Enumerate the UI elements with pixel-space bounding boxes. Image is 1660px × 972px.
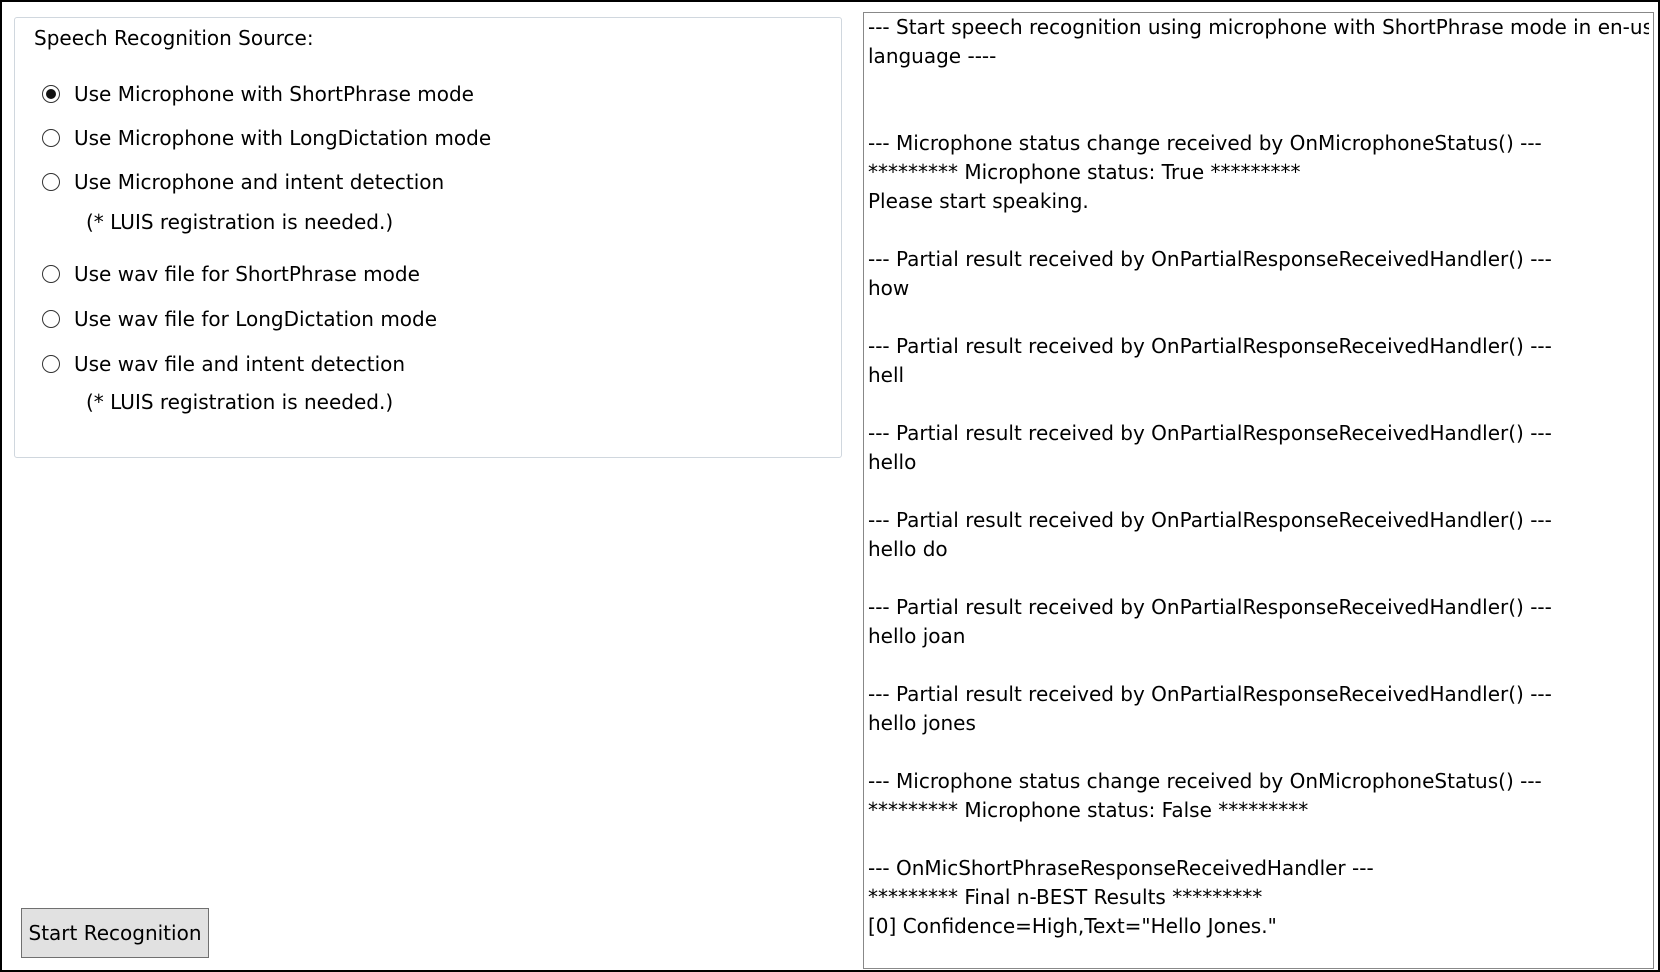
luis-note: (* LUIS registration is needed.) <box>86 210 394 234</box>
log-line: hello joan <box>868 624 966 648</box>
log-line: --- Partial result received by OnPartial… <box>868 334 1552 358</box>
radio-button[interactable] <box>42 310 60 328</box>
option-label: Use wav file for LongDictation mode <box>74 307 438 331</box>
option-mic-shortphrase[interactable]: Use Microphone with ShortPhrase mode <box>42 82 474 106</box>
option-label: Use Microphone and intent detection <box>74 170 445 194</box>
log-line: --- OnMicShortPhraseResponseReceivedHand… <box>868 856 1374 880</box>
log-line: hello do <box>868 537 948 561</box>
log-line: ********* Final n-BEST Results ********* <box>868 885 1263 909</box>
log-line: --- Partial result received by OnPartial… <box>868 595 1552 619</box>
log-line: --- Partial result received by OnPartial… <box>868 421 1552 445</box>
log-line: --- Microphone status change received by… <box>868 131 1542 155</box>
option-wav-intent[interactable]: Use wav file and intent detection <box>42 352 405 376</box>
start-recognition-button[interactable]: Start Recognition <box>21 908 209 958</box>
radio-button[interactable] <box>42 355 60 373</box>
option-label: Use wav file and intent detection <box>74 352 406 376</box>
log-line: how <box>868 276 910 300</box>
log-line: ********* Microphone status: True ******… <box>868 160 1301 184</box>
radio-button[interactable] <box>42 265 60 283</box>
option-mic-longdictation[interactable]: Use Microphone with LongDictation mode <box>42 126 491 150</box>
option-wav-longdictation[interactable]: Use wav file for LongDictation mode <box>42 307 437 331</box>
log-line: --- Start speech recognition using micro… <box>868 15 1649 39</box>
luis-note: (* LUIS registration is needed.) <box>86 390 394 414</box>
output-log-textbox[interactable]: --- Start speech recognition using micro… <box>863 12 1654 969</box>
log-line: --- Partial result received by OnPartial… <box>868 247 1552 271</box>
radio-button[interactable] <box>42 129 60 147</box>
option-wav-shortphrase[interactable]: Use wav file for ShortPhrase mode <box>42 262 420 286</box>
log-line: [0] Confidence=High,Text="Hello Jones." <box>868 914 1277 938</box>
log-line: --- Partial result received by OnPartial… <box>868 508 1552 532</box>
log-line: --- Microphone status change received by… <box>868 769 1542 793</box>
option-mic-intent[interactable]: Use Microphone and intent detection <box>42 170 444 194</box>
log-line: --- Partial result received by OnPartial… <box>868 682 1552 706</box>
radio-button[interactable] <box>42 173 60 191</box>
radio-button[interactable] <box>42 85 60 103</box>
log-line: language ---- <box>868 44 997 68</box>
option-label: Use wav file for ShortPhrase mode <box>74 262 420 286</box>
app-window: Speech Recognition Source: Use Microphon… <box>0 0 1660 972</box>
option-label: Use Microphone with ShortPhrase mode <box>74 82 474 106</box>
log-line: hello jones <box>868 711 976 735</box>
option-label: Use Microphone with LongDictation mode <box>74 126 492 150</box>
log-line: ********* Microphone status: False *****… <box>868 798 1309 822</box>
log-line: Please start speaking. <box>868 189 1089 213</box>
log-line: hell <box>868 363 905 387</box>
speech-source-label: Speech Recognition Source: <box>32 26 316 50</box>
log-line: hello <box>868 450 917 474</box>
